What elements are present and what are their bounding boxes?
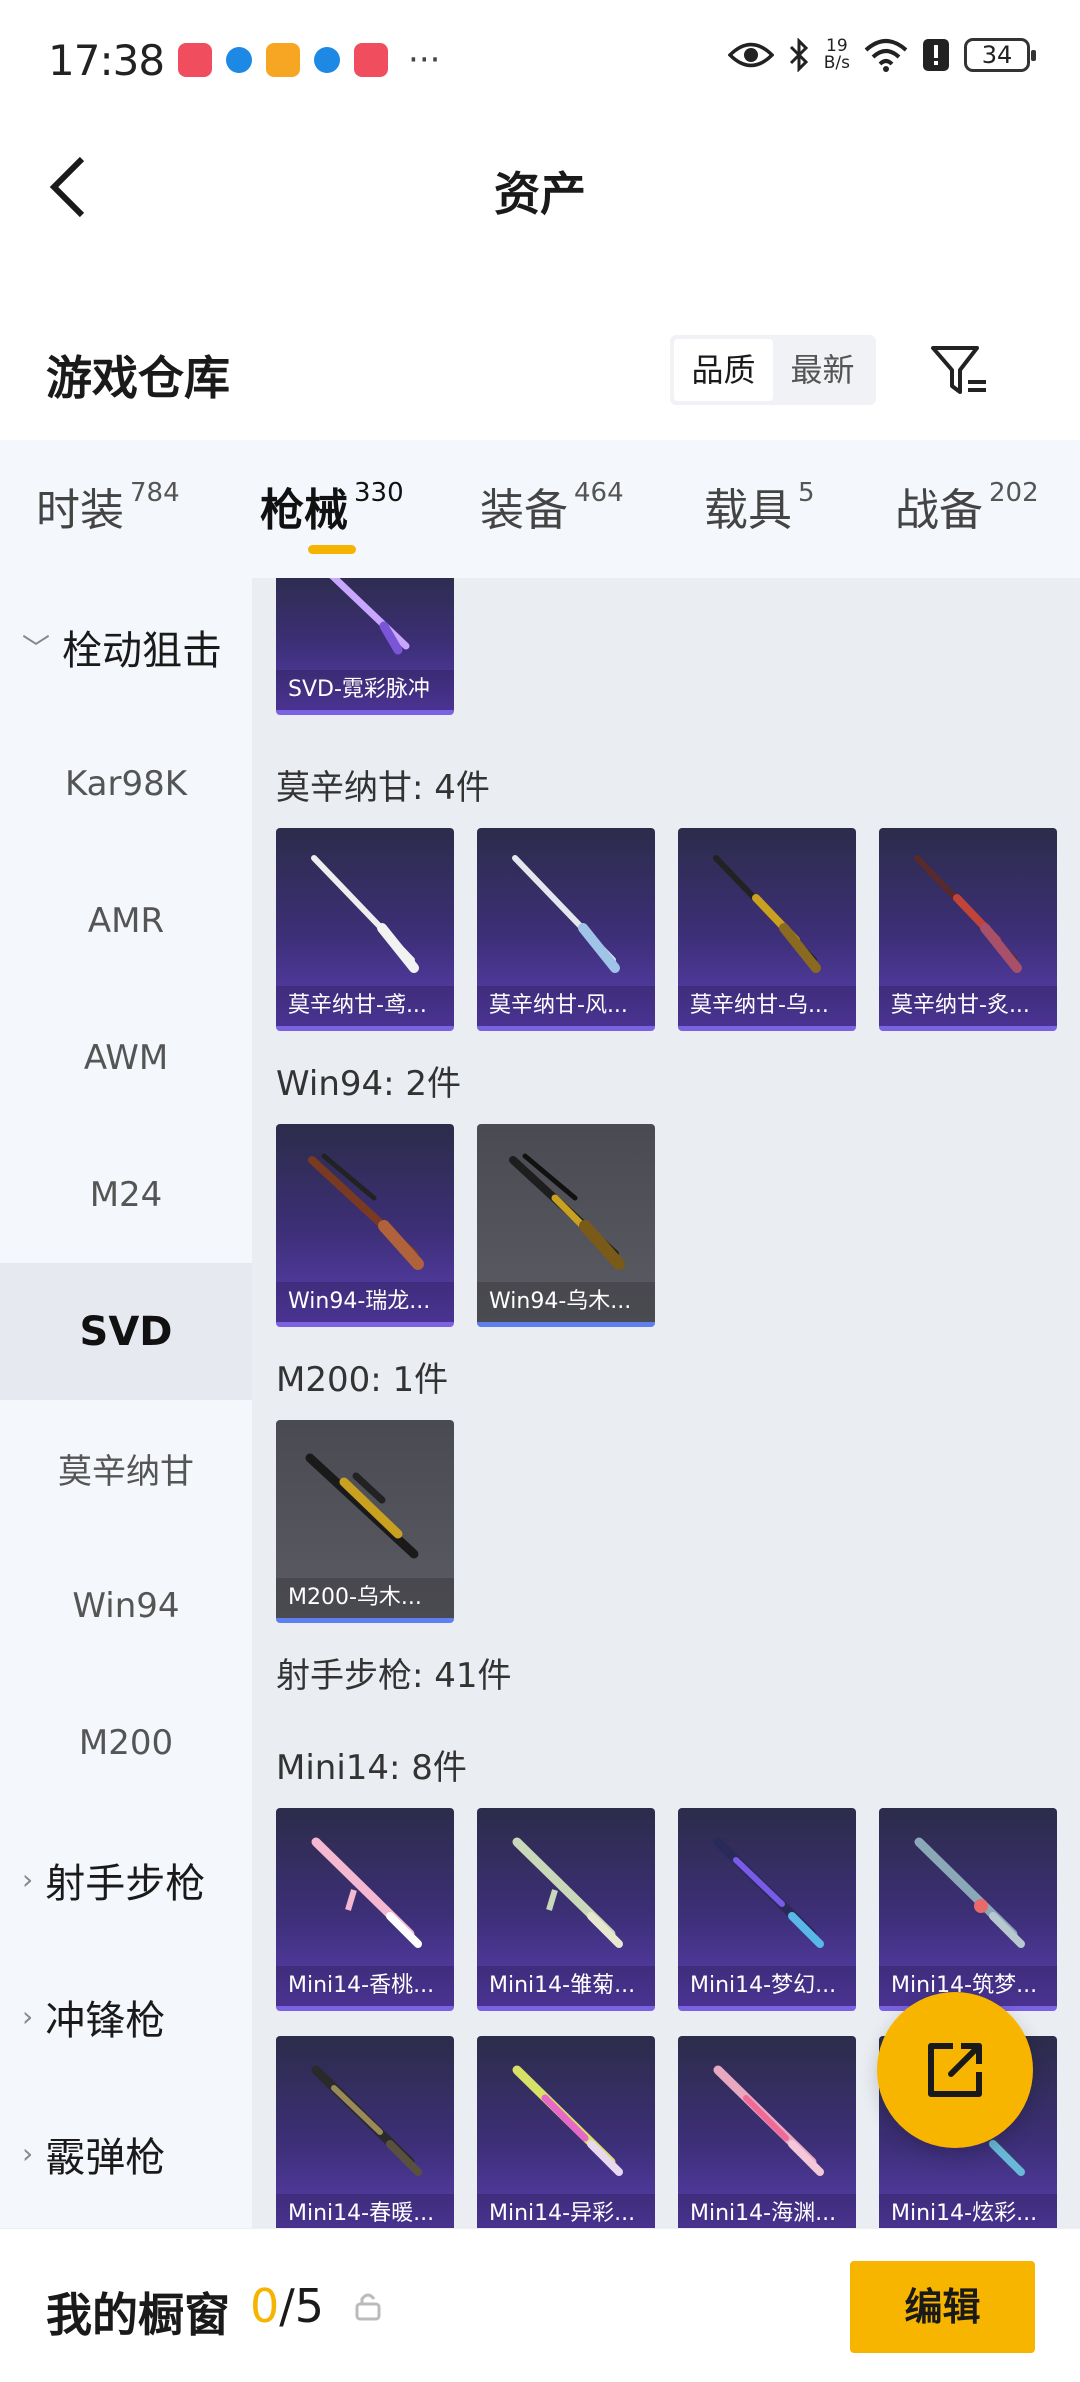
alert-icon — [923, 39, 949, 71]
sidebar-item-awm[interactable]: AWM — [0, 989, 252, 1126]
item-card[interactable]: Mini14-雏菊... — [477, 1808, 655, 2011]
eye-icon — [727, 42, 774, 68]
sidebar-group-shotgun[interactable]: › 霰弹枪 — [0, 2085, 252, 2222]
chevron-down-icon: ﹀ — [22, 631, 51, 665]
section-title: 游戏仓库 — [46, 351, 230, 405]
showcase-title: 我的橱窗 — [46, 2288, 230, 2342]
bluetooth-icon — [789, 38, 808, 72]
tab-vehicles[interactable]: 载具 5 — [704, 474, 815, 538]
sort-quality-button[interactable]: 品质 — [674, 339, 773, 401]
rifle-icon — [311, 2065, 422, 2176]
status-time: 17:38 — [48, 35, 165, 85]
group-title-mini14: Mini14: 8件 — [276, 1748, 467, 1788]
wifi-icon — [864, 39, 908, 72]
rifle-icon — [308, 1153, 424, 1270]
group-title-dmr: 射手步枪: 41件 — [276, 1656, 512, 1696]
chevron-right-icon: › — [22, 1863, 34, 1896]
rifle-icon — [914, 855, 1022, 973]
sidebar-item-svd[interactable]: SVD — [0, 1263, 252, 1400]
tab-fashion[interactable]: 时装 784 — [36, 474, 180, 538]
rifle-icon — [713, 2065, 824, 2176]
item-card[interactable]: Mini14-筑梦... — [879, 1808, 1057, 2011]
notification-icons: ··· — [178, 40, 440, 80]
rifle-icon — [512, 855, 620, 973]
sidebar-item-m24[interactable]: M24 — [0, 1126, 252, 1263]
shopping-app-icon — [178, 43, 213, 77]
item-card[interactable]: Mini14-异彩... — [477, 2036, 655, 2228]
page-title: 资产 — [494, 167, 586, 221]
item-card[interactable]: Mini14-春暖... — [276, 2036, 454, 2228]
tab-firearms[interactable]: 枪械 330 — [260, 474, 404, 538]
share-fab-button[interactable] — [877, 1992, 1033, 2148]
item-card[interactable]: Win94-乌木... — [477, 1124, 655, 1327]
rifle-icon — [914, 1837, 1025, 1948]
item-card[interactable]: Mini14-香桃... — [276, 1808, 454, 2011]
sort-latest-button[interactable]: 最新 — [773, 339, 872, 401]
item-grid: SVD-霓彩脉冲 莫辛纳甘: 4件 莫辛纳甘-鸢... 莫辛纳甘-风... 莫辛… — [252, 578, 1080, 2228]
item-card[interactable]: 莫辛纳甘-鸢... — [276, 828, 454, 1031]
filter-button[interactable] — [925, 338, 995, 404]
filter-icon — [931, 346, 986, 394]
sidebar-item-mosin[interactable]: 莫辛纳甘 — [0, 1400, 252, 1537]
rifle-icon — [713, 1837, 824, 1948]
rifle-icon — [311, 1837, 422, 1948]
network-speed: 19 B/s — [823, 36, 850, 73]
sidebar-item-m200[interactable]: M200 — [0, 1674, 252, 1811]
item-card[interactable]: 莫辛纳甘-风... — [477, 828, 655, 1031]
item-card[interactable]: Mini14-海渊... — [678, 2036, 856, 2228]
sort-toggle: 品质 最新 — [670, 335, 876, 405]
group-title-win94: Win94: 2件 — [276, 1064, 462, 1104]
item-card[interactable]: 莫辛纳甘-炙... — [879, 828, 1057, 1031]
edit-button[interactable]: 编辑 — [850, 2261, 1035, 2353]
showcase-count: 0/5 — [250, 2279, 325, 2333]
tab-combat-gear[interactable]: 战备 202 — [895, 474, 1039, 538]
sidebar-group-smg[interactable]: › 冲锋枪 — [0, 1948, 252, 2085]
tab-equipment[interactable]: 装备 464 — [480, 474, 624, 538]
chevron-right-icon: › — [22, 2137, 34, 2170]
rifle-icon — [311, 855, 419, 973]
lock-icon — [355, 2291, 381, 2325]
showcase-bar: 我的橱窗 0/5 编辑 — [0, 2228, 1080, 2382]
sidebar-item-kar98k[interactable]: Kar98K — [0, 715, 252, 852]
item-card[interactable]: SVD-霓彩脉冲 — [276, 578, 454, 715]
item-card[interactable]: 莫辛纳甘-乌... — [678, 828, 856, 1031]
rifle-icon — [329, 578, 410, 655]
sidebar-item-amr[interactable]: AMR — [0, 852, 252, 989]
rifle-icon — [305, 1453, 419, 1559]
battery-indicator: 34 — [964, 38, 1036, 72]
sidebar-group-dmr[interactable]: › 射手步枪 — [0, 1811, 252, 1948]
item-card[interactable]: M200-乌木... — [276, 1420, 454, 1623]
shopping-app-icon — [354, 43, 389, 77]
sidebar-item-win94[interactable]: Win94 — [0, 1537, 252, 1674]
browser-app-icon — [314, 47, 341, 73]
rifle-icon — [512, 1837, 623, 1948]
share-export-icon — [928, 2043, 982, 2097]
rifle-icon — [512, 2065, 623, 2176]
chevron-right-icon: › — [22, 2000, 34, 2033]
group-title-m200: M200: 1件 — [276, 1360, 449, 1400]
group-title-mosin: 莫辛纳甘: 4件 — [276, 768, 490, 808]
rifle-icon — [713, 855, 821, 973]
item-card[interactable]: Mini14-梦幻... — [678, 1808, 856, 2011]
rifle-icon — [509, 1153, 625, 1270]
active-tab-indicator — [308, 545, 356, 554]
more-notifications-icon: ··· — [408, 40, 441, 80]
browser-app-icon — [226, 47, 253, 73]
status-bar: 17:38 ··· 19 B/s 34 — [0, 0, 1080, 120]
game-app-icon — [266, 43, 301, 77]
sidebar-group-bolt-sniper[interactable]: ﹀ 栓动狙击 — [0, 578, 252, 715]
weapon-category-sidebar: ﹀ 栓动狙击 Kar98K AMR AWM M24 SVD 莫辛纳甘 Win94… — [0, 578, 252, 2228]
item-card[interactable]: Win94-瑞龙... — [276, 1124, 454, 1327]
